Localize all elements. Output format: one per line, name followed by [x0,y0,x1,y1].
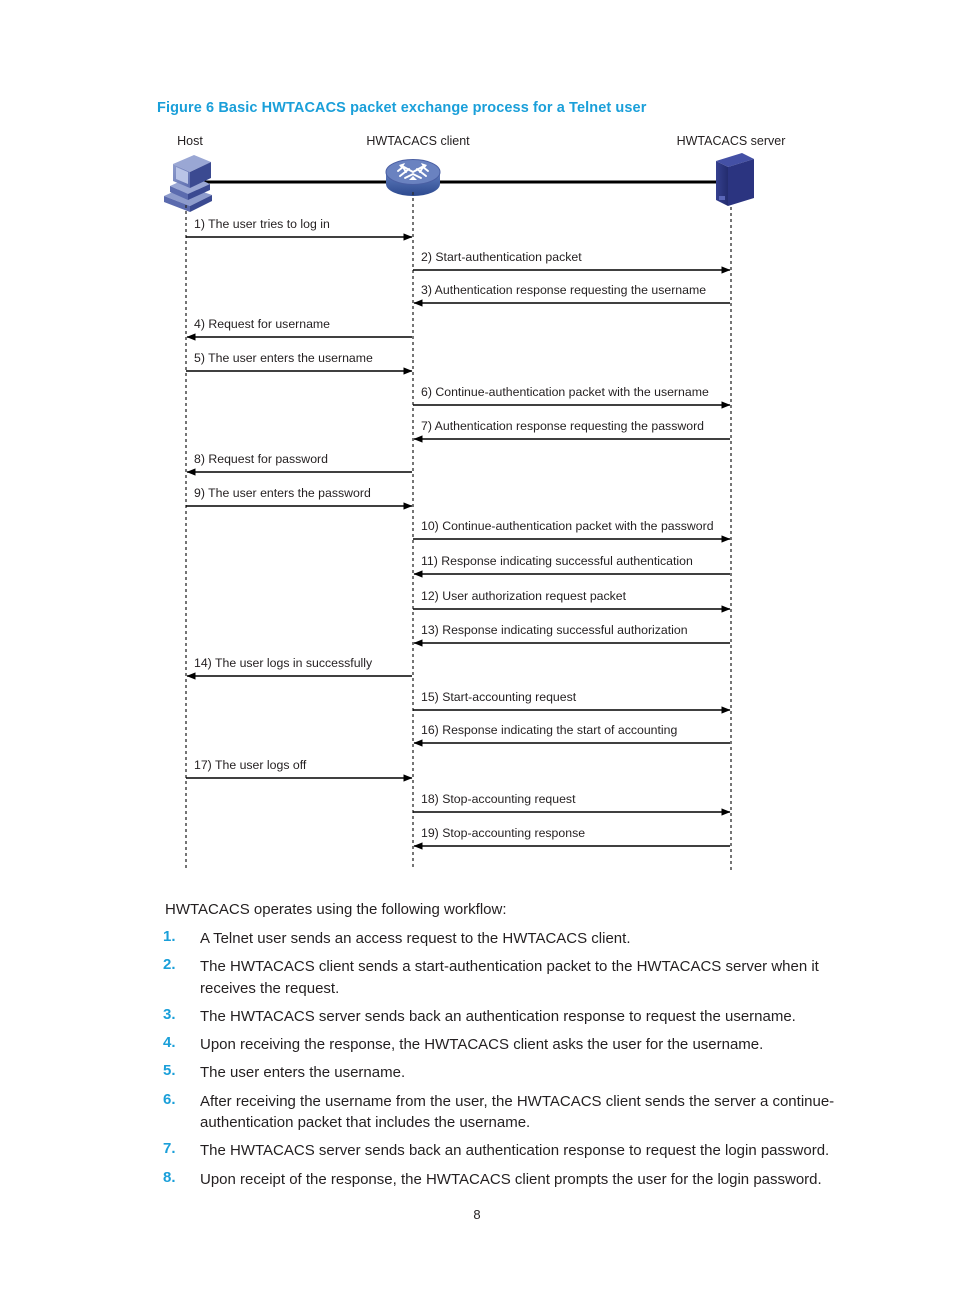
workflow-step: 2. The HWTACACS client sends a start-auth… [163,956,863,999]
message-label: 2) Start-authentication packet [421,250,582,264]
workflow-step-text: The HWTACACS server sends back an authen… [200,1007,796,1025]
workflow-step-text: A Telnet user sends an access request to… [200,930,631,947]
message-label: 6) Continue-authentication packet with t… [421,385,709,399]
workflow-step: 6. After receiving the username from the … [163,1091,863,1134]
server-icon [716,153,754,206]
message-label: 13) Response indicating successful autho… [421,623,688,637]
message-label: 10) Continue-authentication packet with … [421,519,714,533]
workflow-step-text: After receiving the username from the us… [200,1092,835,1132]
page-number: 8 [473,1207,481,1222]
message-label: 3) Authentication response requesting th… [421,283,707,297]
workflow-step-text: Upon receipt of the response, the HWTACA… [200,1170,822,1188]
diagram-canvas [164,153,754,870]
workflow-step-number: 1. [163,928,176,945]
workflow-step: 1. A Telnet user sends an access request … [163,928,863,949]
message-label: 5) The user enters the username [194,351,373,365]
workflow-step: 3. The HWTACACS server sends back an auth… [163,1006,863,1027]
workflow-step-number: 3. [163,1005,176,1023]
workflow-step: 4. Upon receiving the response, the HWTAC… [163,1034,863,1055]
workflow-step-number: 4. [163,1034,176,1052]
workflow-step-text: The HWTACACS server sends back an authen… [200,1142,830,1160]
message-label: 1) The user tries to log in [194,217,330,231]
message-label: 4) Request for username [194,317,331,331]
sequence-diagram: Host HWTACACS client HWTACACS server 1) … [0,0,954,890]
workflow-step-text: Upon receiving the response, the HWTACAC… [200,1036,764,1054]
workflow-step: 7. The HWTACACS server sends back an auth… [163,1140,863,1161]
workstation-icon [164,155,212,212]
message-label: 14) The user logs in successfully [194,656,373,670]
workflow-step-text: The user enters the username. [200,1064,406,1082]
workflow-step-number: 6. [163,1090,176,1108]
message-label: 18) Stop-accounting request [421,792,576,806]
workflow-step-number: 5. [163,1062,176,1080]
message-label: 16) Response indicating the start of acc… [421,723,678,737]
workflow-step: 5. The user enters the username. [163,1062,863,1083]
message-label: 17) The user logs off [194,758,307,772]
workflow-step-list: 1. A Telnet user sends an access request … [163,928,863,1197]
message-label: 8) Request for password [194,452,328,466]
message-label: 19) Stop-accounting response [421,826,586,840]
message-label: 9) The user enters the password [194,486,371,500]
workflow-step-number: 7. [163,1140,176,1158]
workflow-step: 8. Upon receipt of the response, the HWTA… [163,1169,863,1190]
router-icon [385,159,441,196]
message-label: 11) Response indicating successful authe… [421,554,693,568]
message-label: 7) Authentication response requesting th… [421,419,705,433]
workflow-step-text: The HWTACACS client sends a start-authen… [200,958,819,997]
workflow-step-number: 8. [163,1168,176,1186]
message-label: 15) Start-accounting request [421,690,577,704]
workflow-step-number: 2. [163,956,176,974]
message-label: 12) User authorization request packet [421,589,627,603]
workflow-intro: HWTACACS operates using the following wo… [165,901,507,918]
